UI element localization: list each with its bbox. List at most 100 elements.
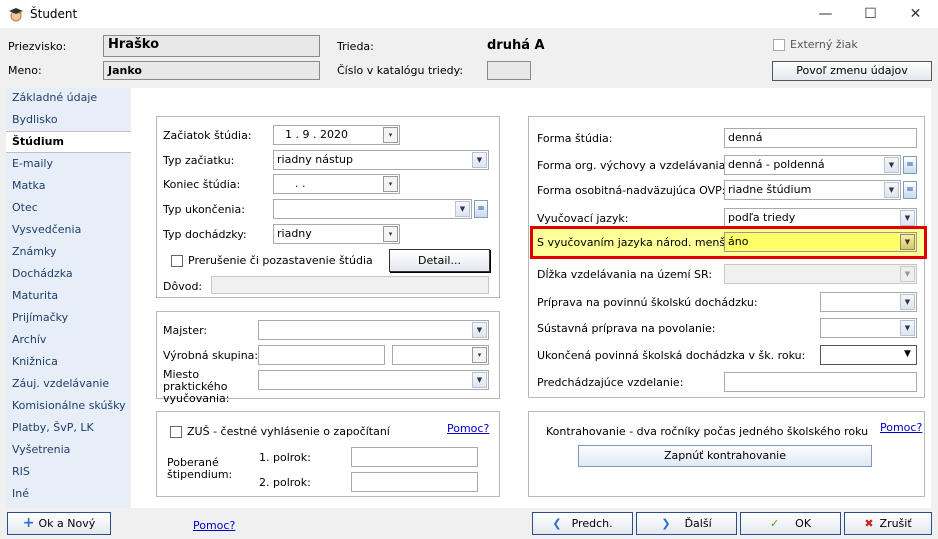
sidebar-item[interactable]: Známky [12, 245, 56, 258]
previous-field[interactable] [724, 372, 917, 392]
catalog-field[interactable] [487, 61, 531, 80]
attendance-label: Typ dochádzky: [163, 228, 247, 241]
contracting-help-link[interactable]: Pomoc? [880, 421, 922, 434]
chevron-down-icon[interactable]: ▼ [900, 210, 915, 226]
place-combo[interactable]: ▼ [258, 370, 489, 390]
cont-combo[interactable]: ▼ [820, 318, 917, 338]
sidebar-item[interactable]: Vysvedčenia [12, 223, 81, 236]
study-form-label: Forma štúdia: [537, 132, 613, 145]
chevron-down-icon[interactable]: ▾ [472, 347, 487, 363]
interrupt-label: Prerušenie či pozastavenie štúdia [188, 254, 373, 267]
sidebar-item[interactable]: Prijímačky [12, 311, 68, 324]
sidebar-item[interactable]: Iné [12, 487, 29, 500]
calendar-dropdown-icon[interactable]: ▾ [383, 127, 398, 143]
close-button[interactable]: ✕ [893, 0, 938, 28]
reason-label: Dôvod: [163, 280, 203, 293]
attendance-combo[interactable]: riadny ▾ [273, 224, 400, 244]
start-date-field[interactable]: 1 . 9 . 2020 ▾ [273, 125, 400, 145]
maximize-button[interactable]: ☐ [848, 0, 893, 28]
chevron-down-icon[interactable]: ▼ [884, 157, 899, 173]
surname-label: Priezvisko: [8, 40, 67, 53]
surname-field[interactable]: Hraško [103, 35, 320, 57]
footer-help-link[interactable]: Pomoc? [193, 519, 235, 532]
reason-field[interactable] [211, 276, 489, 294]
prep-combo[interactable]: ▼ [820, 292, 917, 312]
next-button[interactable]: ❯ Ďalší [636, 512, 737, 535]
sidebar-item[interactable]: Maturita [12, 289, 58, 302]
start-label: Začiatok štúdia: [163, 129, 252, 142]
length-label: Dĺžka vzdelávania na území SR: [537, 268, 713, 281]
chevron-down-icon[interactable]: ▼ [884, 182, 899, 198]
group-combo[interactable]: ▾ [392, 345, 489, 365]
sidebar-item[interactable]: Záuj. vzdelávanie [12, 377, 109, 390]
chevron-right-icon: ❯ [661, 517, 671, 530]
finished-combo[interactable]: ▼ [820, 345, 917, 365]
sidebar-item[interactable]: Dochádzka [12, 267, 73, 280]
class-label: Trieda: [337, 40, 374, 53]
student-cap-icon [8, 6, 24, 22]
zus-label: ZUŠ - čestné vyhlásenie o započítaní [187, 425, 390, 438]
sidebar-item[interactable]: Základné údaje [12, 91, 97, 104]
sidebar-item[interactable]: E-maily [12, 157, 53, 170]
lang-combo[interactable]: podľa triedy ▼ [724, 208, 917, 228]
contracting-button[interactable]: Zapnúť kontrahovanie [578, 445, 872, 467]
start-type-value: riadny nástup [277, 153, 353, 166]
minority-combo[interactable]: áno ▼ [724, 232, 917, 252]
sidebar-item[interactable]: Platby, ŠvP, LK [12, 421, 94, 434]
zus-checkbox[interactable] [170, 426, 182, 438]
checkmark-icon: ✓ [769, 517, 780, 530]
sidebar-item[interactable]: Knižnica [12, 355, 58, 368]
org-form-combo[interactable]: denná - poldenná ▼ [724, 155, 901, 175]
study-form-field[interactable]: denná [724, 128, 917, 148]
special-form-combo[interactable]: riadne štúdium ▼ [724, 180, 901, 200]
detail-button[interactable]: Detail... [389, 249, 490, 272]
list-edit-icon[interactable]: = [474, 200, 488, 218]
zus-help-link[interactable]: Pomoc? [447, 422, 489, 435]
master-combo[interactable]: ▼ [258, 320, 489, 340]
sidebar-item[interactable]: Štúdium [6, 131, 132, 153]
contracting-text: Kontrahovanie - dva ročníky počas jednéh… [546, 425, 869, 438]
chevron-down-icon[interactable]: ▼ [900, 294, 915, 310]
attendance-value: riadny [277, 227, 312, 240]
list-edit-icon[interactable]: = [903, 181, 917, 199]
chevron-down-icon[interactable]: ▼ [472, 372, 487, 388]
end-date-field[interactable]: . . ▾ [273, 174, 400, 194]
chevron-down-icon[interactable]: ▼ [900, 320, 915, 336]
chevron-down-icon[interactable]: ▾ [383, 226, 398, 242]
chevron-down-icon[interactable]: ▼ [455, 201, 470, 217]
calendar-dropdown-icon[interactable]: ▾ [383, 176, 398, 192]
sidebar-item[interactable]: Matka [12, 179, 45, 192]
sidebar-item[interactable]: Otec [12, 201, 38, 214]
sidebar-item[interactable]: Archív [12, 333, 46, 346]
sidebar-item[interactable]: Bydlisko [12, 113, 58, 126]
interrupt-checkbox[interactable] [171, 255, 183, 267]
org-form-label: Forma org. výchovy a vzdelávania: [537, 159, 730, 172]
group-field[interactable] [258, 345, 385, 365]
chevron-down-icon[interactable]: ▼ [472, 322, 487, 338]
h1-label: 1. polrok: [259, 451, 311, 464]
chevron-down-icon[interactable]: ▼ [900, 347, 915, 363]
chevron-down-icon[interactable]: ▼ [472, 152, 487, 168]
sidebar-item[interactable]: RIS [12, 465, 30, 478]
list-edit-icon[interactable]: = [903, 156, 917, 174]
cancel-button[interactable]: ✖ Zrušiť [844, 512, 932, 535]
sidebar-item[interactable]: Komisionálne skúšky [12, 399, 126, 412]
chevron-down-icon[interactable]: ▼ [900, 234, 915, 250]
start-type-combo[interactable]: riadny nástup ▼ [273, 150, 489, 170]
minimize-button[interactable]: — [803, 0, 848, 28]
h1-field[interactable] [351, 447, 478, 467]
external-student-checkbox[interactable] [773, 39, 785, 51]
ok-button[interactable]: ✓ OK [740, 512, 841, 535]
start-date-value: 1 . 9 . 2020 [285, 128, 348, 141]
group-label: Výrobná skupina: [163, 349, 259, 362]
h2-field[interactable] [351, 472, 478, 492]
sidebar-item[interactable]: Vyšetrenia [12, 443, 70, 456]
end-type-combo[interactable]: ▼ [273, 199, 472, 219]
name-field[interactable]: Janko [103, 61, 320, 80]
length-combo[interactable]: ▼ [724, 264, 917, 284]
allow-change-button[interactable]: Povoľ zmenu údajov [772, 61, 932, 81]
previous-button[interactable]: ❮ Predch. [532, 512, 633, 535]
chevron-down-icon[interactable]: ▼ [900, 266, 915, 282]
next-label: Ďalší [684, 517, 712, 530]
ok-new-button[interactable]: + Ok a Nový [7, 512, 111, 535]
